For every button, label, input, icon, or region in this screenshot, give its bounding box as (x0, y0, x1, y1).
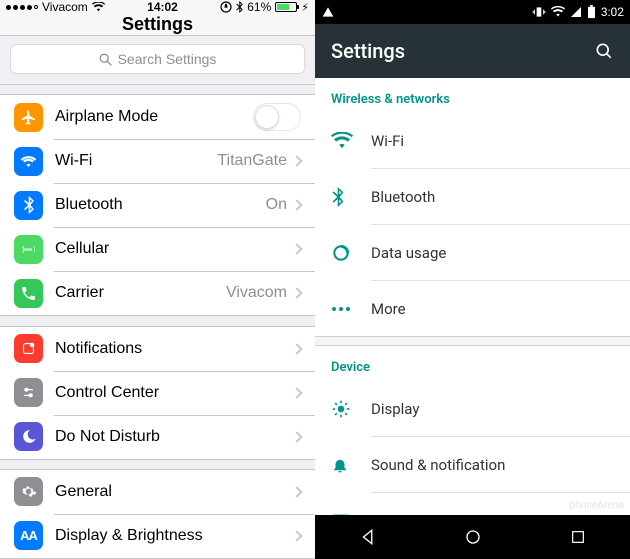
battery-icon (587, 5, 596, 19)
section-title-wireless: Wireless & networks (315, 78, 630, 113)
notification-triangle-icon (321, 5, 335, 19)
row-label: Wi-Fi (55, 152, 217, 170)
android-nav-bar (315, 515, 630, 559)
row-label: Carrier (55, 284, 226, 302)
row-display-brightness[interactable]: AA Display & Brightness (0, 514, 315, 558)
row-wifi[interactable]: Wi-Fi TitanGate (0, 139, 315, 183)
status-battery-pct: 61% (247, 0, 271, 14)
text-size-icon: AA (14, 521, 43, 550)
row-dnd[interactable]: Do Not Disturb (0, 415, 315, 459)
row-carrier[interactable]: Carrier Vivacom (0, 271, 315, 315)
row-display[interactable]: Display (315, 381, 630, 436)
search-button[interactable] (594, 41, 614, 61)
airplane-switch[interactable] (253, 103, 301, 131)
back-button[interactable] (357, 526, 379, 548)
ios-status-bar: Vivacom 14:02 61% ⚡︎ (0, 0, 315, 14)
bluetooth-icon (14, 191, 43, 220)
row-control-center[interactable]: Control Center (0, 371, 315, 415)
wifi-status-icon (92, 2, 105, 12)
status-time: 3:02 (601, 5, 624, 19)
ios-settings-pane: Vivacom 14:02 61% ⚡︎ Settings Search Set… (0, 0, 315, 559)
chevron-right-icon (291, 387, 302, 398)
row-more[interactable]: More (315, 281, 630, 336)
android-status-bar: 3:02 (315, 0, 630, 24)
chevron-right-icon (291, 156, 302, 167)
signal-icon (570, 6, 582, 18)
row-label: Data usage (371, 244, 614, 262)
chevron-right-icon (291, 530, 302, 541)
chevron-right-icon (291, 343, 302, 354)
chevron-right-icon (291, 431, 302, 442)
android-settings-pane: 3:02 Settings Wireless & networks Wi-Fi … (315, 0, 630, 559)
row-label: General (55, 483, 293, 501)
row-label: Airplane Mode (55, 108, 253, 126)
section-title-device: Device (315, 346, 630, 381)
recents-button[interactable] (567, 526, 589, 548)
home-button[interactable] (462, 526, 484, 548)
watermark: phoneArena (570, 500, 625, 511)
status-time: 14:02 (147, 0, 178, 14)
row-label: Sound & notification (371, 456, 614, 474)
row-detail: On (266, 196, 287, 214)
row-detail: TitanGate (217, 152, 287, 170)
status-carrier: Vivacom (42, 0, 88, 14)
notifications-icon (14, 334, 43, 363)
chevron-right-icon (291, 486, 302, 497)
ios-group-network: Airplane Mode Wi-Fi TitanGate Bluetooth … (0, 94, 315, 316)
row-label: Display (371, 400, 614, 418)
row-wifi[interactable]: Wi-Fi (315, 113, 630, 168)
gear-icon (14, 477, 43, 506)
row-label: Control Center (55, 384, 293, 402)
row-data-usage[interactable]: Data usage (315, 225, 630, 280)
row-label: Cellular (55, 240, 293, 258)
ios-group-system: General AA Display & Brightness (0, 469, 315, 559)
bell-icon (331, 455, 371, 475)
row-notifications[interactable]: Notifications (0, 327, 315, 371)
orientation-lock-icon (220, 1, 232, 13)
bluetooth-status-icon (236, 1, 243, 13)
battery-icon (275, 2, 297, 12)
charging-icon: ⚡︎ (301, 1, 309, 14)
more-icon (331, 305, 371, 313)
phone-icon (14, 279, 43, 308)
vibrate-icon (532, 5, 546, 19)
chevron-right-icon (291, 288, 302, 299)
row-bluetooth[interactable]: Bluetooth (315, 169, 630, 224)
airplane-icon (14, 103, 43, 132)
row-label: Wi-Fi (371, 132, 614, 150)
bluetooth-icon (331, 187, 371, 207)
signal-dots-icon (6, 5, 38, 10)
wifi-icon (14, 147, 43, 176)
wifi-icon (551, 6, 565, 18)
display-icon (331, 399, 371, 419)
control-center-icon (14, 378, 43, 407)
cellular-icon (14, 235, 43, 264)
appbar-title: Settings (331, 39, 405, 63)
row-airplane-mode[interactable]: Airplane Mode (0, 95, 315, 139)
search-input[interactable]: Search Settings (10, 44, 305, 74)
data-usage-icon (331, 243, 371, 263)
row-label: Do Not Disturb (55, 428, 293, 446)
wifi-icon (331, 132, 371, 150)
row-sound[interactable]: Sound & notification (315, 437, 630, 492)
row-general[interactable]: General (0, 470, 315, 514)
row-label: More (371, 300, 614, 318)
search-icon (99, 53, 112, 66)
ios-page-title: Settings (0, 14, 315, 36)
android-content: Wireless & networks Wi-Fi Bluetooth Data… (315, 78, 630, 515)
row-label: Notifications (55, 340, 293, 358)
row-label: Bluetooth (55, 196, 266, 214)
ios-group-prefs: Notifications Control Center Do Not Dist… (0, 326, 315, 460)
chevron-right-icon (291, 200, 302, 211)
chevron-right-icon (291, 244, 302, 255)
row-cellular[interactable]: Cellular (0, 227, 315, 271)
row-label: Bluetooth (371, 188, 614, 206)
ios-search-wrap: Search Settings (0, 36, 315, 85)
android-appbar: Settings (315, 24, 630, 78)
search-placeholder: Search Settings (118, 51, 217, 67)
row-label: Display & Brightness (55, 527, 293, 545)
moon-icon (14, 422, 43, 451)
row-bluetooth[interactable]: Bluetooth On (0, 183, 315, 227)
row-detail: Vivacom (226, 284, 287, 302)
